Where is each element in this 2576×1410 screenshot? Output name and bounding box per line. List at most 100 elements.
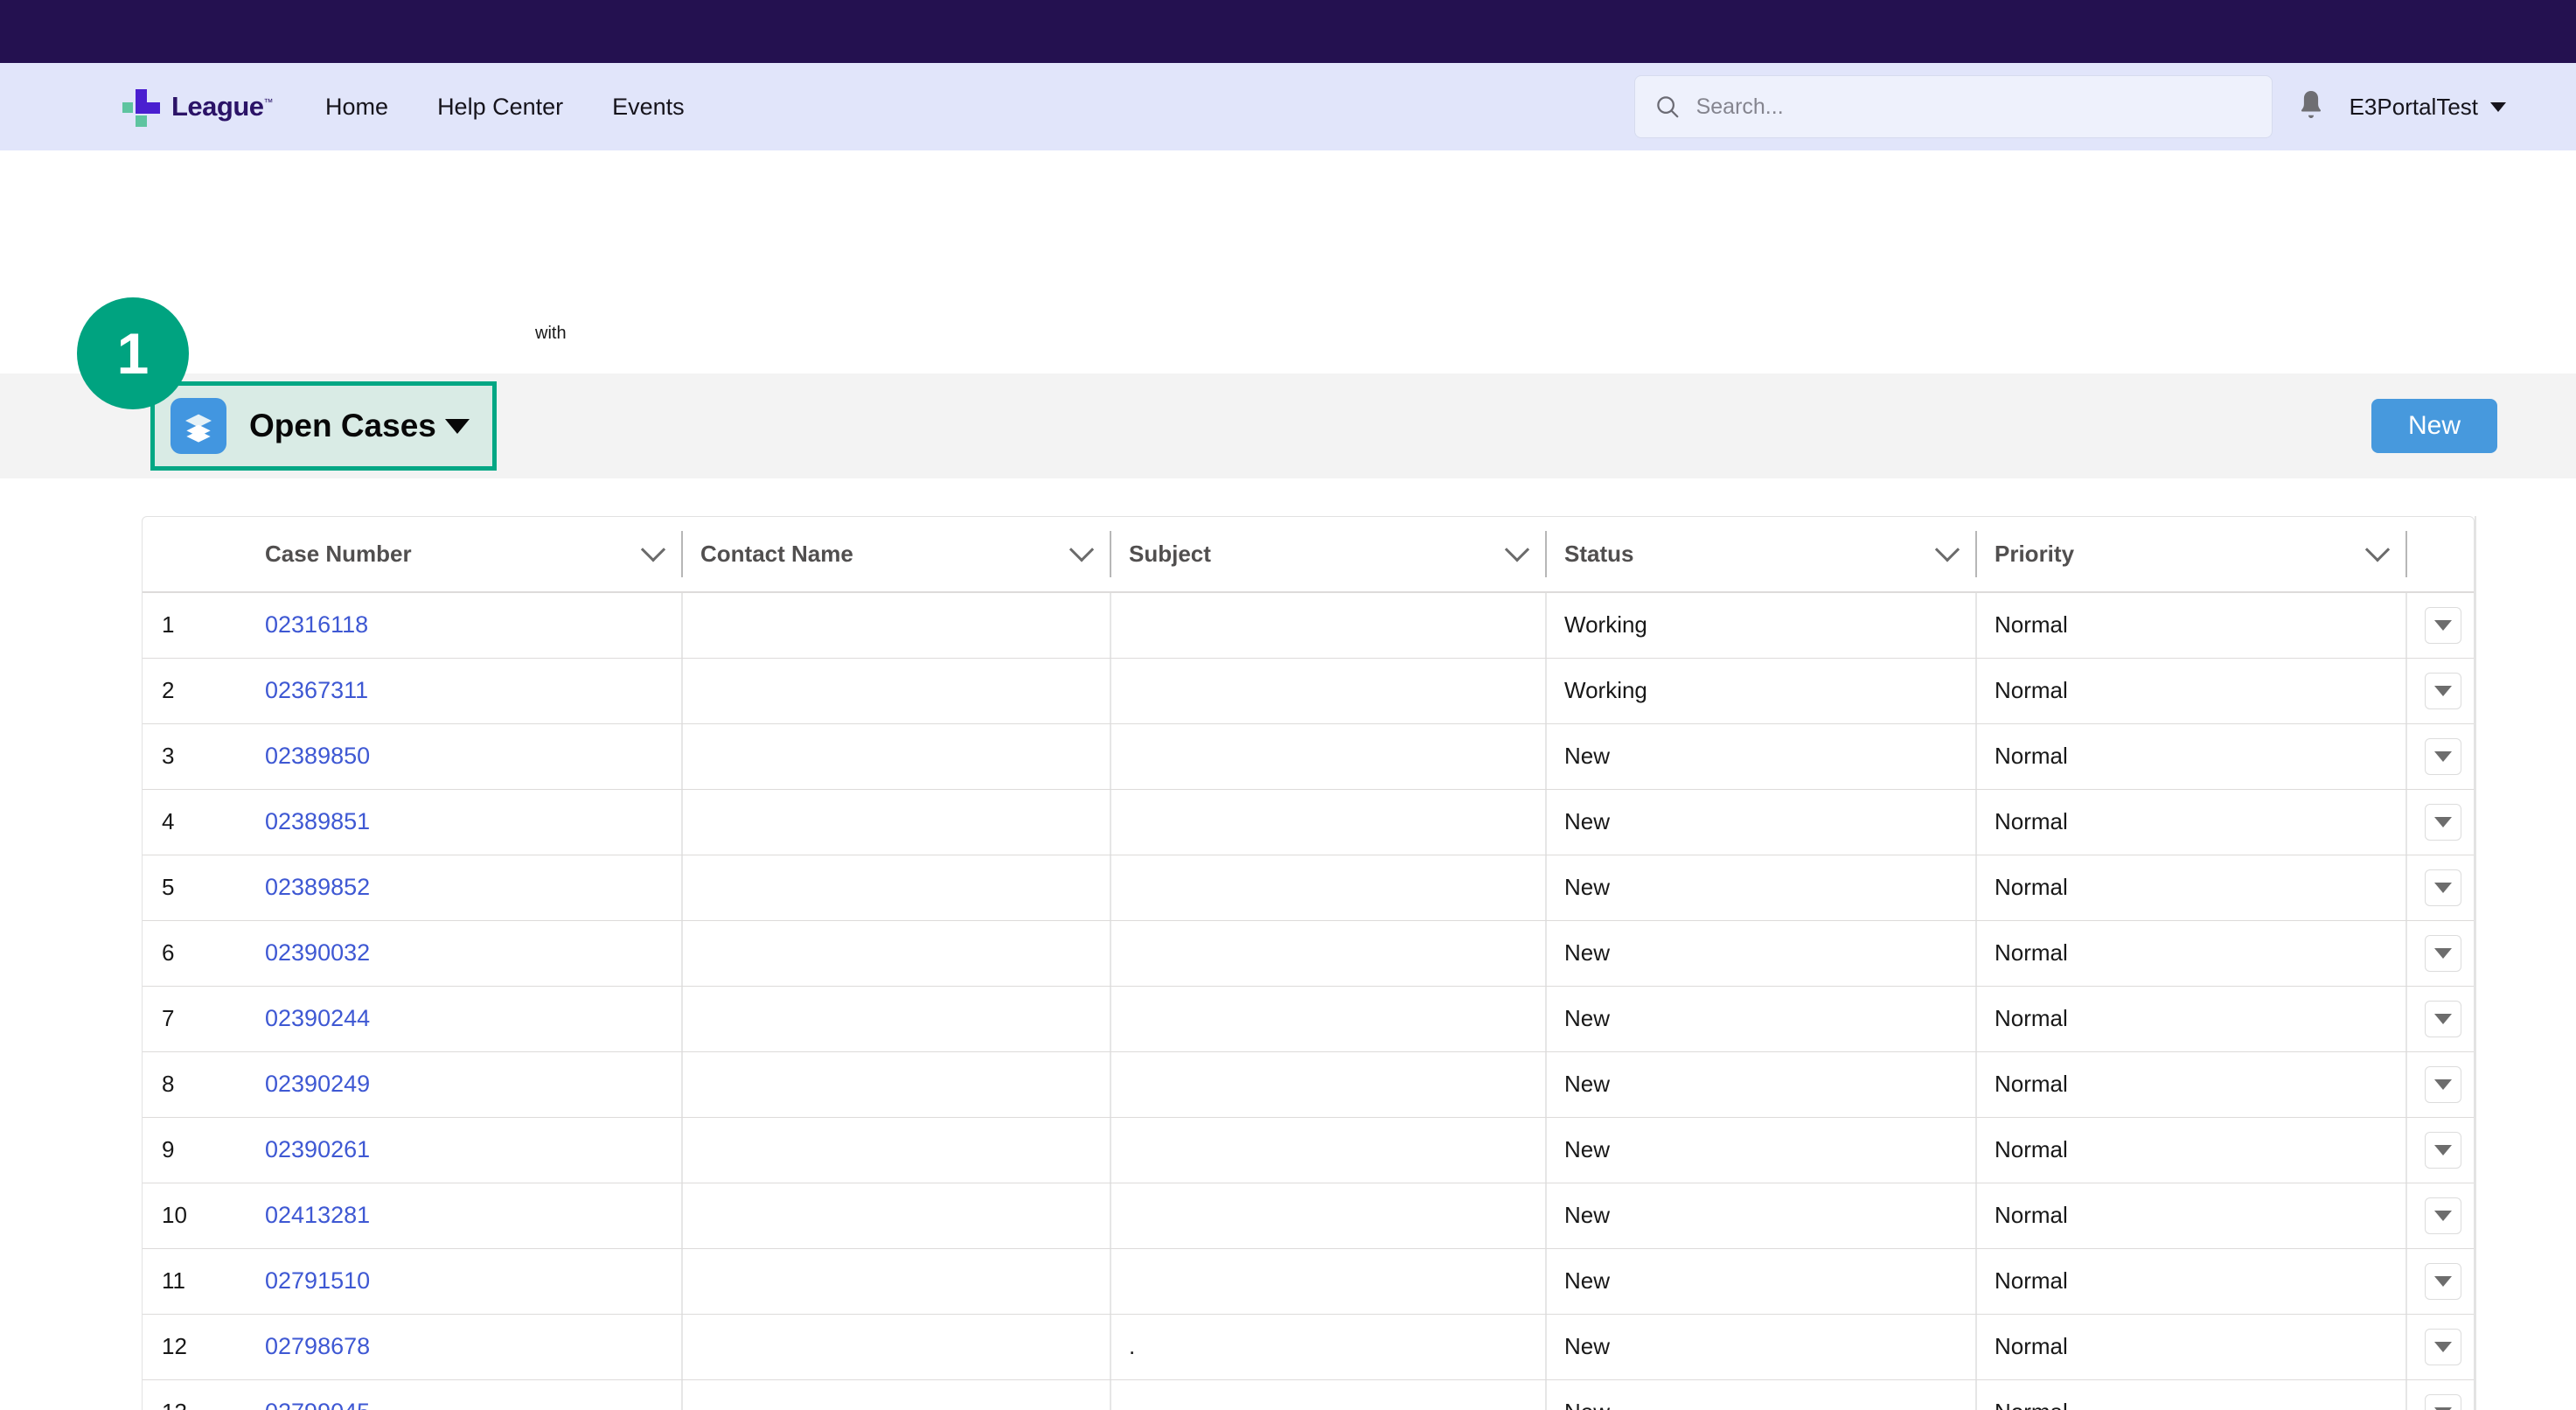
row-actions-menu-button[interactable]	[2425, 804, 2461, 841]
search-input[interactable]	[1696, 94, 2252, 120]
new-case-button[interactable]: New	[2371, 399, 2497, 453]
table-row[interactable]: 1002413281NewNormal	[143, 1183, 2475, 1248]
table-row[interactable]: 1102791510NewNormal	[143, 1248, 2475, 1314]
column-label-priority: Priority	[1995, 541, 2074, 568]
table-row[interactable]: 302389850NewNormal	[143, 723, 2475, 789]
caret-down-icon	[2434, 948, 2452, 959]
column-header-case-number[interactable]: Case Number	[246, 517, 681, 592]
case-number-link[interactable]: 02799045	[265, 1399, 370, 1410]
case-number-link[interactable]: 02791510	[265, 1267, 370, 1294]
cell-priority: Normal	[1975, 658, 2405, 723]
cell-contact-name	[681, 986, 1110, 1051]
stray-text: with	[535, 324, 567, 344]
cell-status: Working	[1545, 658, 1975, 723]
cell-contact-name	[681, 723, 1110, 789]
row-actions-menu-button[interactable]	[2425, 935, 2461, 972]
caret-down-icon	[2434, 817, 2452, 827]
row-actions-menu-button[interactable]	[2425, 1132, 2461, 1169]
row-actions-menu-button[interactable]	[2425, 1001, 2461, 1037]
column-header-priority[interactable]: Priority	[1975, 517, 2405, 592]
league-logo[interactable]: League™	[122, 87, 273, 126]
row-index: 9	[143, 1117, 246, 1183]
notifications-bell-button[interactable]	[2295, 88, 2327, 125]
search-icon	[1654, 94, 1681, 120]
row-index: 10	[143, 1183, 246, 1248]
case-number-link[interactable]: 02413281	[265, 1202, 370, 1228]
chevron-down-icon[interactable]	[641, 537, 665, 562]
case-number-link[interactable]: 02390249	[265, 1071, 370, 1097]
row-actions-menu-button[interactable]	[2425, 869, 2461, 906]
row-actions-menu-button[interactable]	[2425, 607, 2461, 644]
case-number-link[interactable]: 02316118	[265, 611, 368, 638]
cell-case-number: 02413281	[246, 1183, 681, 1248]
cell-subject	[1110, 658, 1545, 723]
cell-status: New	[1545, 1379, 1975, 1410]
table-row[interactable]: 102316118WorkingNormal	[143, 592, 2475, 658]
table-row[interactable]: 702390244NewNormal	[143, 986, 2475, 1051]
row-actions-menu-button[interactable]	[2425, 738, 2461, 775]
case-number-link[interactable]: 02390261	[265, 1136, 370, 1162]
row-actions-menu-button[interactable]	[2425, 1394, 2461, 1410]
table-row[interactable]: 2 02367311 WorkingNormal	[143, 658, 2475, 723]
table-row[interactable]: 902390261NewNormal	[143, 1117, 2475, 1183]
chevron-down-icon[interactable]	[1935, 537, 1960, 562]
cell-subject	[1110, 1051, 1545, 1117]
global-search-box[interactable]	[1634, 75, 2273, 138]
column-header-status[interactable]: Status	[1545, 517, 1975, 592]
cell-row-actions	[2405, 1314, 2475, 1379]
table-row[interactable]: 1302799045NewNormal	[143, 1379, 2475, 1410]
row-actions-menu-button[interactable]	[2425, 1263, 2461, 1300]
row-actions-menu-button[interactable]	[2425, 673, 2461, 709]
cases-table-head: Case Number Contact Name Subject	[143, 517, 2475, 592]
nav-link-home[interactable]: Home	[325, 94, 388, 121]
cell-case-number: 02389850	[246, 723, 681, 789]
chevron-down-icon[interactable]	[1505, 537, 1529, 562]
row-index: 2	[143, 658, 246, 723]
cell-status: New	[1545, 1051, 1975, 1117]
cell-status: New	[1545, 855, 1975, 920]
cell-contact-name	[681, 1314, 1110, 1379]
list-view-title: Open Cases	[249, 408, 470, 444]
case-number-link[interactable]: 02367311	[265, 677, 368, 703]
row-index: 6	[143, 920, 246, 986]
case-number-link[interactable]: 02389852	[265, 874, 370, 900]
chevron-down-icon[interactable]	[2365, 537, 2390, 562]
cell-status: New	[1545, 1248, 1975, 1314]
nav-link-events[interactable]: Events	[612, 94, 685, 121]
table-row[interactable]: 1202798678.NewNormal	[143, 1314, 2475, 1379]
cell-status: New	[1545, 920, 1975, 986]
case-number-link[interactable]: 02390244	[265, 1005, 370, 1031]
cell-case-number: 02390244	[246, 986, 681, 1051]
table-row[interactable]: 602390032NewNormal	[143, 920, 2475, 986]
cell-priority: Normal	[1975, 1379, 2405, 1410]
caret-down-icon	[2434, 1079, 2452, 1090]
user-account-label: E3PortalTest	[2350, 94, 2478, 121]
cell-row-actions	[2405, 855, 2475, 920]
list-view-selector[interactable]: Open Cases	[150, 381, 497, 471]
table-row[interactable]: 402389851NewNormal	[143, 789, 2475, 855]
cases-table-card: Case Number Contact Name Subject	[142, 516, 2475, 1410]
row-actions-menu-button[interactable]	[2425, 1066, 2461, 1103]
case-number-link[interactable]: 02390032	[265, 939, 370, 966]
row-actions-menu-button[interactable]	[2425, 1197, 2461, 1234]
caret-down-icon	[445, 419, 470, 434]
user-account-menu[interactable]: E3PortalTest	[2350, 94, 2506, 121]
nav-link-help-center[interactable]: Help Center	[437, 94, 563, 121]
page-body: with 1 Open Cases New	[0, 150, 2576, 1410]
table-row[interactable]: 502389852NewNormal	[143, 855, 2475, 920]
brand-wordmark: League™	[171, 91, 273, 122]
chevron-down-icon[interactable]	[1069, 537, 1094, 562]
cell-status: New	[1545, 1117, 1975, 1183]
table-right-divider	[2475, 516, 2476, 1410]
row-actions-menu-button[interactable]	[2425, 1329, 2461, 1365]
table-row[interactable]: 802390249NewNormal	[143, 1051, 2475, 1117]
case-number-link[interactable]: 02389850	[265, 743, 370, 769]
case-number-link[interactable]: 02798678	[265, 1333, 370, 1359]
case-number-link[interactable]: 02389851	[265, 808, 370, 834]
column-header-subject[interactable]: Subject	[1110, 517, 1545, 592]
list-view-label: Open Cases	[249, 408, 436, 444]
cell-row-actions	[2405, 1051, 2475, 1117]
cell-case-number: 02798678	[246, 1314, 681, 1379]
cell-subject	[1110, 723, 1545, 789]
column-header-contact-name[interactable]: Contact Name	[681, 517, 1110, 592]
